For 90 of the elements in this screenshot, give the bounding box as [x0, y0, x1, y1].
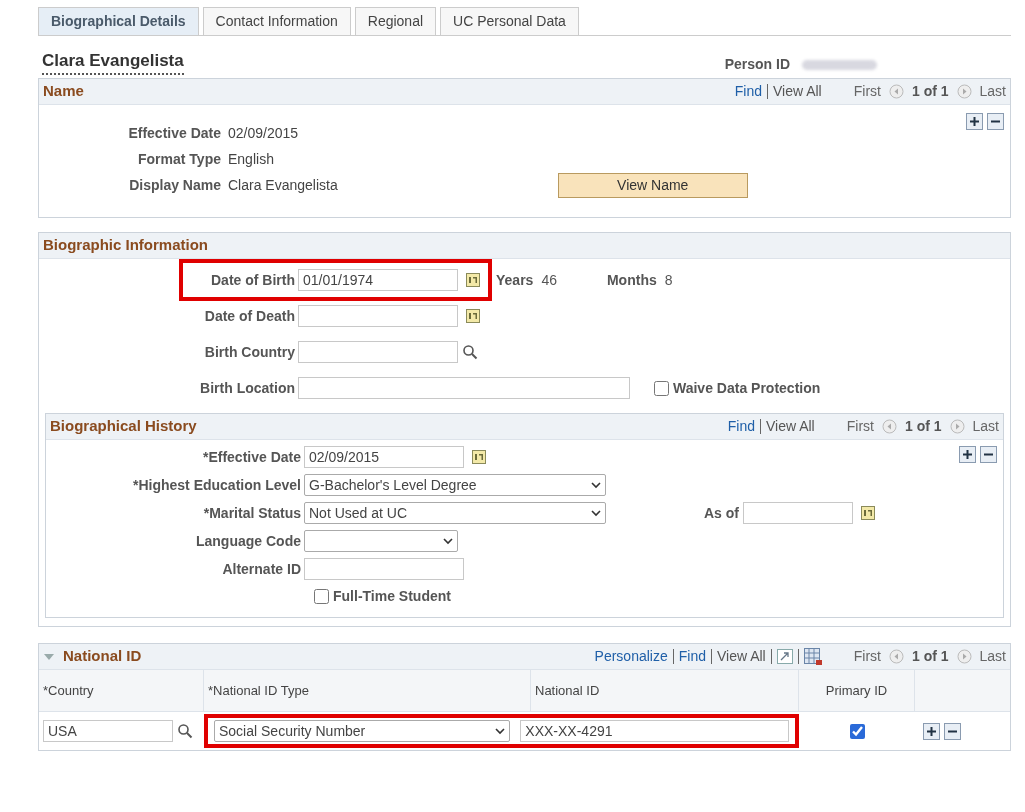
- dropdown[interactable]: Not Used at UC: [304, 502, 606, 524]
- view-all-link[interactable]: View All: [765, 416, 815, 437]
- checkbox-label: Full-Time Student: [333, 587, 451, 606]
- checkbox[interactable]: [654, 380, 669, 396]
- find-link[interactable]: Find: [678, 646, 706, 667]
- spreadsheet-icon[interactable]: [803, 648, 822, 665]
- field-label: Birth Country: [204, 342, 295, 362]
- input-field[interactable]: [298, 341, 458, 363]
- field-label: Display Name: [129, 175, 221, 195]
- field-label: As of: [704, 503, 739, 523]
- calendar-icon[interactable]: [466, 273, 480, 287]
- caret-icon: [591, 509, 601, 517]
- tab[interactable]: Contact Information: [202, 7, 351, 35]
- last-label: Last: [972, 417, 999, 436]
- checkbox[interactable]: [314, 589, 329, 604]
- view-all-link[interactable]: View All: [772, 81, 822, 102]
- find-link[interactable]: Find: [727, 416, 755, 437]
- field-label: Language Code: [196, 531, 301, 551]
- plus-icon: [970, 117, 979, 126]
- column-header: National ID: [535, 681, 600, 700]
- section-title: Biographical History: [50, 416, 197, 437]
- years-value: 46: [541, 270, 557, 290]
- page-count: 1 of 1: [911, 82, 949, 101]
- delete-row-button[interactable]: [987, 113, 1004, 130]
- caret-icon: [443, 537, 453, 545]
- caret-icon: [591, 481, 601, 489]
- person-name: Clara Evangelista: [42, 47, 184, 75]
- caret-icon: [495, 727, 506, 735]
- input-field[interactable]: 01/01/1974: [298, 269, 458, 291]
- input-field[interactable]: USA: [43, 720, 173, 742]
- field-label: Birth Location: [200, 378, 295, 398]
- column-header: Primary ID: [825, 681, 888, 700]
- section-title: National ID: [63, 646, 142, 667]
- section-title: Biographic Information: [43, 235, 208, 256]
- page-count: 1 of 1: [911, 647, 949, 666]
- months-value: 8: [664, 270, 673, 290]
- tab[interactable]: Regional: [354, 7, 437, 35]
- add-row-button[interactable]: [923, 722, 940, 740]
- input-field[interactable]: XXX-XX-4291: [520, 720, 789, 742]
- first-label: First: [853, 82, 881, 101]
- input-field[interactable]: [298, 377, 630, 399]
- field-label: *Highest Education Level: [132, 475, 301, 495]
- view-all-link[interactable]: View All: [716, 646, 766, 667]
- field-value: English: [227, 149, 274, 169]
- plus-icon: [927, 726, 936, 736]
- tab[interactable]: Biographical Details: [38, 7, 199, 35]
- add-row-button[interactable]: [959, 446, 976, 463]
- search-icon[interactable]: [462, 344, 478, 360]
- view-name-button[interactable]: View Name: [557, 172, 748, 198]
- page-count: 1 of 1: [904, 417, 942, 436]
- delete-row-button[interactable]: [944, 722, 961, 740]
- input-field[interactable]: [298, 305, 458, 327]
- first-label: First: [846, 417, 874, 436]
- field-label: Date of Birth: [211, 270, 295, 290]
- column-header: *National ID Type: [208, 681, 309, 700]
- personalize-link[interactable]: Personalize: [594, 646, 668, 667]
- checkbox[interactable]: [849, 723, 865, 739]
- field-label: Format Type: [138, 149, 221, 169]
- field-value: 02/09/2015: [227, 123, 299, 143]
- last-label: Last: [979, 82, 1006, 101]
- search-icon[interactable]: [177, 723, 193, 739]
- tab[interactable]: UC Personal Data: [440, 7, 579, 35]
- months-label: Months: [606, 270, 657, 290]
- input-field[interactable]: [304, 558, 464, 580]
- years-label: Years: [496, 270, 534, 290]
- last-label: Last: [979, 647, 1006, 666]
- first-label: First: [853, 647, 881, 666]
- calendar-icon[interactable]: [466, 309, 480, 323]
- input-field[interactable]: 02/09/2015: [304, 446, 464, 468]
- dropdown[interactable]: G-Bachelor's Level Degree: [304, 474, 606, 496]
- field-label: *Effective Date: [202, 447, 301, 467]
- dropdown[interactable]: [304, 530, 458, 552]
- field-label: *Marital Status: [203, 503, 301, 523]
- delete-row-button[interactable]: [980, 446, 997, 463]
- person-id-label: Person ID: [724, 55, 790, 74]
- field-label: Date of Death: [204, 306, 295, 326]
- zoom-window-icon[interactable]: [776, 649, 793, 664]
- section-title: Name: [43, 81, 84, 102]
- dropdown[interactable]: Social Security Number: [214, 720, 511, 742]
- input-field[interactable]: [743, 502, 853, 524]
- checkbox-label: Waive Data Protection: [673, 378, 821, 398]
- field-label: Effective Date: [128, 123, 221, 143]
- calendar-icon[interactable]: [472, 450, 486, 464]
- calendar-icon[interactable]: [861, 506, 875, 520]
- column-header: *Country: [43, 681, 94, 700]
- find-link[interactable]: Find: [734, 81, 762, 102]
- plus-icon: [963, 450, 972, 459]
- field-value: Clara Evangelista: [227, 175, 338, 195]
- field-label: Alternate ID: [222, 559, 301, 579]
- add-row-button[interactable]: [966, 113, 983, 130]
